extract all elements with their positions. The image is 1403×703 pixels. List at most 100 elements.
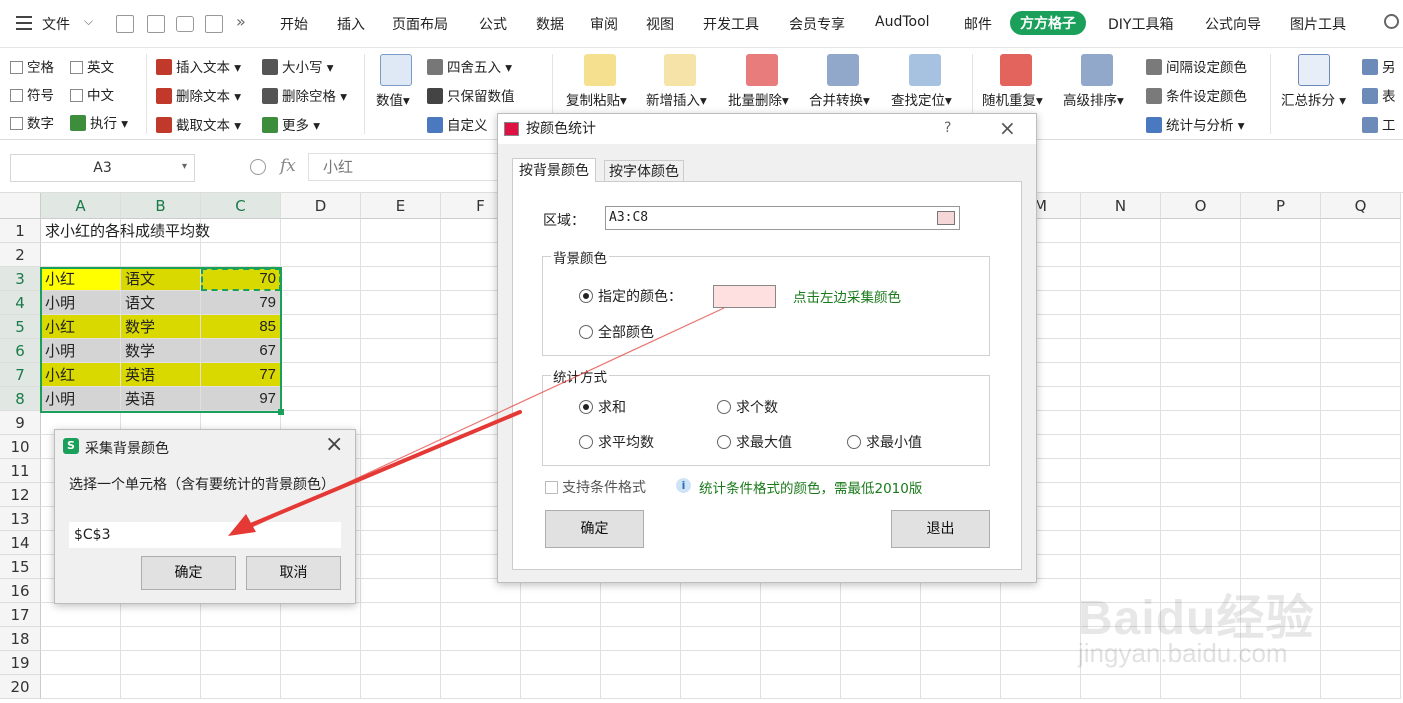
grid-cell[interactable] [1081,267,1161,291]
grid-cell[interactable] [361,627,441,651]
row-header-20[interactable]: 20 [0,675,41,699]
grid-cell[interactable] [1321,267,1401,291]
grid-cell[interactable] [1241,267,1321,291]
grid-cell[interactable] [1241,291,1321,315]
grid-cell[interactable] [1161,507,1241,531]
tab-3[interactable]: 页面布局 [392,14,448,34]
grid-cell[interactable] [1081,291,1161,315]
check-chinese[interactable]: 中文 [70,84,114,104]
chevron-down-icon[interactable]: ⌵ [84,14,93,29]
grid-cell[interactable] [1081,531,1161,555]
help-button[interactable]: ? [944,120,951,136]
grid-cell[interactable] [1241,435,1321,459]
grid-cell[interactable] [1321,459,1401,483]
grid-cell[interactable] [1321,555,1401,579]
tab-4[interactable]: 公式 [479,14,507,34]
grid-cell[interactable] [1081,435,1161,459]
grid-cell[interactable] [1161,411,1241,435]
grid-cell[interactable] [1321,291,1401,315]
row-header-18[interactable]: 18 [0,627,41,651]
row-header-19[interactable]: 19 [0,651,41,675]
grid-cell[interactable] [761,651,841,675]
grid-cell[interactable] [441,651,521,675]
delete-text-button[interactable]: 删除文本 ▾ [156,85,241,105]
grid-cell[interactable] [201,243,281,267]
case-button[interactable]: 大小写 ▾ [262,56,334,76]
grid-cell[interactable] [1321,315,1401,339]
row-header-6[interactable]: 6 [0,339,41,363]
grid-cell[interactable] [1081,243,1161,267]
tab-10[interactable]: AudTool [875,14,930,30]
grid-cell[interactable] [1081,483,1161,507]
grid-cell[interactable] [121,651,201,675]
grid-cell[interactable] [281,363,361,387]
grid-cell[interactable] [281,651,361,675]
grid-cell[interactable] [1081,387,1161,411]
grid-cell[interactable] [1081,675,1161,699]
grid-cell[interactable] [281,291,361,315]
chevron-down-icon[interactable]: ▾ [182,161,187,172]
grid-cell[interactable] [361,459,441,483]
grid-cell[interactable] [281,243,361,267]
more-icon[interactable]: » [236,12,246,31]
close-icon[interactable]: × [999,116,1016,140]
tab-6[interactable]: 审阅 [590,14,618,34]
grid-cell[interactable] [41,675,121,699]
grid-cell[interactable] [1081,219,1161,243]
grid-cell[interactable] [41,651,121,675]
grid-cell[interactable] [841,675,921,699]
grid-cell[interactable] [681,627,761,651]
big-button-2[interactable]: 新增插入▾ [646,89,707,109]
grid-cell[interactable] [361,339,441,363]
row-header-13[interactable]: 13 [0,507,41,531]
check-space[interactable]: 空格 [10,56,54,76]
grid-cell[interactable] [1161,219,1241,243]
grid-cell[interactable] [841,603,921,627]
grid-cell[interactable] [921,651,1001,675]
grid-cell[interactable] [1321,339,1401,363]
grid-cell[interactable] [681,675,761,699]
grid-cell[interactable] [1241,411,1321,435]
grid-cell[interactable] [361,267,441,291]
summary-button[interactable]: 汇总拆分 ▾ [1281,89,1346,109]
grid-cell[interactable] [1321,483,1401,507]
grid-cell[interactable] [441,627,521,651]
grid-cell[interactable] [361,675,441,699]
radio-specified-color[interactable]: 指定的颜色： [579,286,682,306]
row-header-3[interactable]: 3 [0,267,41,291]
row-header-15[interactable]: 15 [0,555,41,579]
fill-handle[interactable] [278,409,284,415]
grid-cell[interactable] [1241,675,1321,699]
title-cell[interactable]: 求小红的各科成绩平均数 [41,219,281,243]
grid-cell[interactable] [601,603,681,627]
radio-count[interactable]: 求个数 [717,397,778,417]
grid-cell[interactable] [1321,411,1401,435]
tab-8[interactable]: 开发工具 [703,14,759,34]
column-header-P[interactable]: P [1241,193,1321,219]
grid-cell[interactable] [841,627,921,651]
grid-cell[interactable] [1081,339,1161,363]
export-icon[interactable] [147,15,165,33]
row-header-4[interactable]: 4 [0,291,41,315]
column-header-E[interactable]: E [361,193,441,219]
grid-cell[interactable] [521,627,601,651]
grid-cell[interactable] [1161,435,1241,459]
fx-icon[interactable]: fx [280,156,296,176]
grid-cell[interactable] [1081,507,1161,531]
grid-cell[interactable] [361,387,441,411]
grid-cell[interactable] [1081,315,1161,339]
grid-cell[interactable] [1161,675,1241,699]
print-icon[interactable] [176,16,194,32]
grid-cell[interactable] [921,603,1001,627]
grid-cell[interactable] [281,315,361,339]
grid-cell[interactable] [121,603,201,627]
pick-ok-button[interactable]: 确定 [141,556,236,590]
grid-cell[interactable] [1161,363,1241,387]
grid-cell[interactable] [1241,459,1321,483]
grid-cell[interactable] [281,267,361,291]
grid-cell[interactable] [361,291,441,315]
exit-button[interactable]: 退出 [891,510,990,548]
column-header-B[interactable]: B [121,193,201,219]
column-header-D[interactable]: D [281,193,361,219]
grid-cell[interactable] [1241,219,1321,243]
